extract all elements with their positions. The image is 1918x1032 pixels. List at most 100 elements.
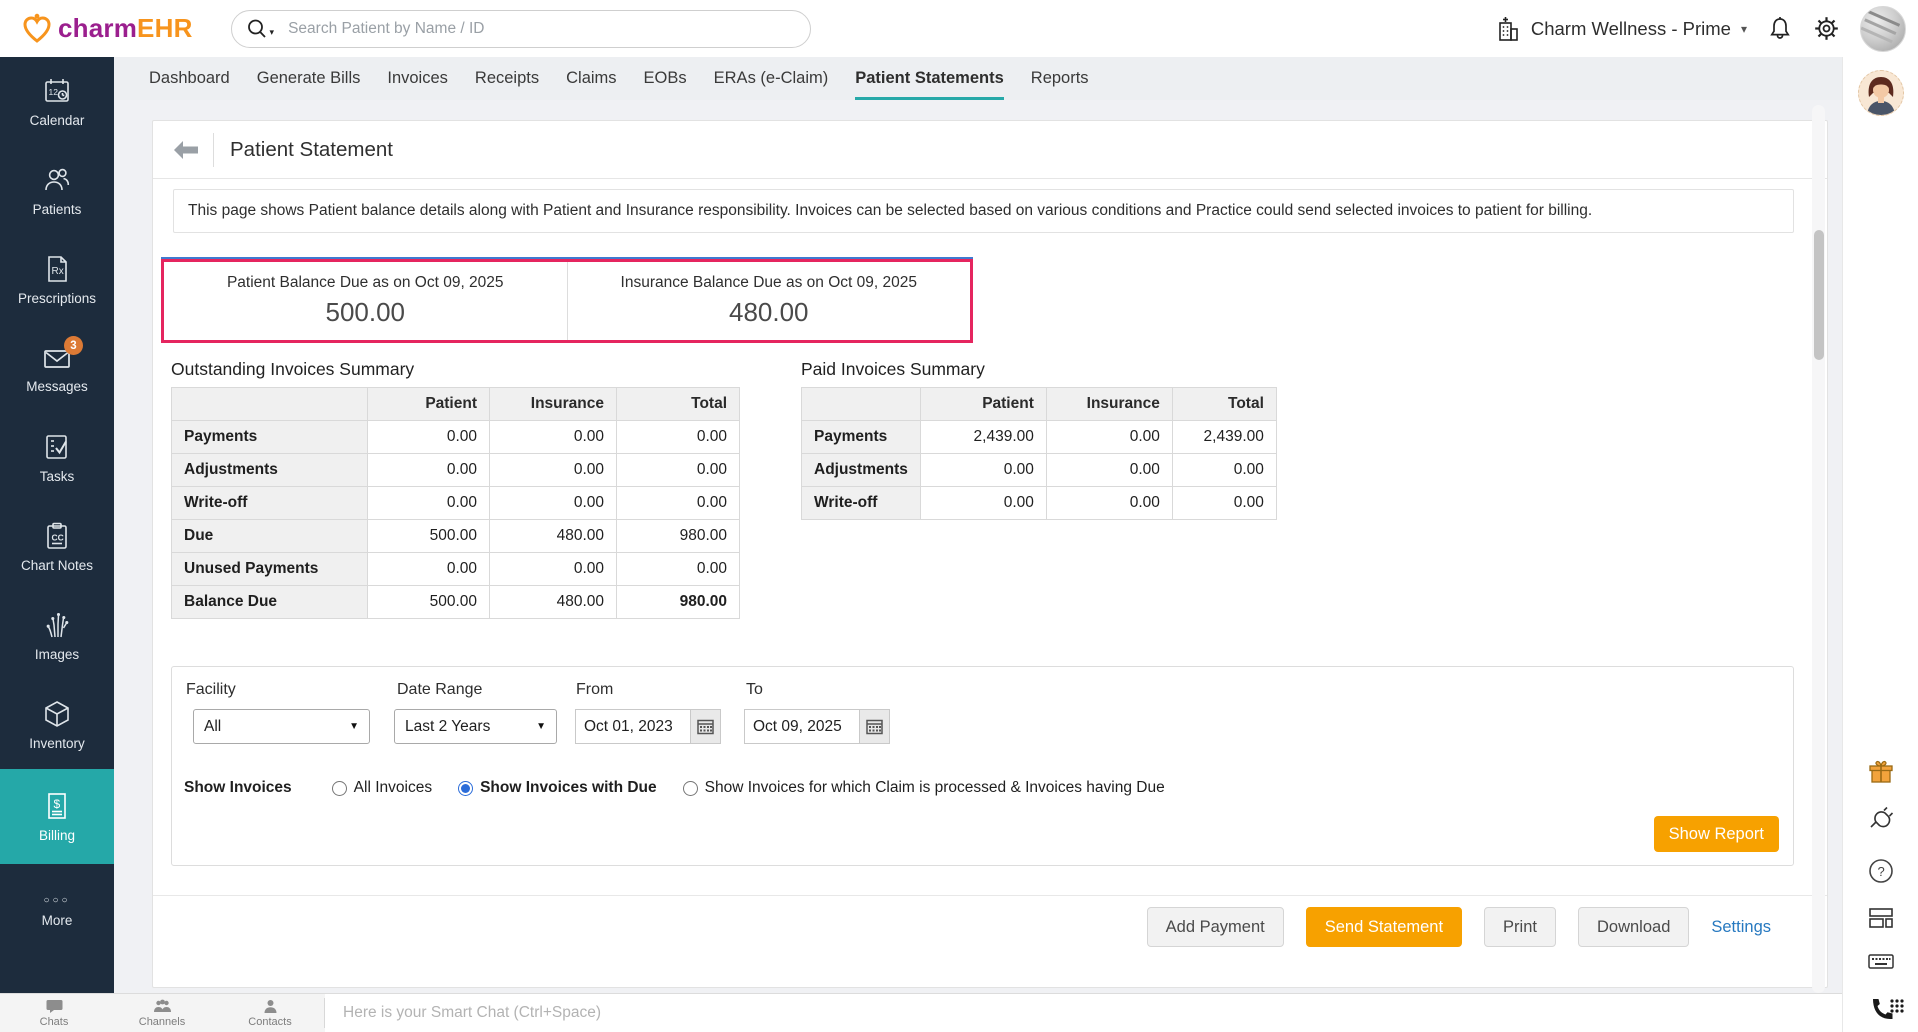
svg-text:?: ? [1878,864,1885,879]
to-calendar-icon[interactable] [860,709,890,744]
vertical-scrollbar[interactable] [1812,105,1825,993]
tab-patient-statements[interactable]: Patient Statements [855,57,1004,100]
radio-claim-processed-due[interactable]: Show Invoices for which Claim is process… [683,779,1165,797]
tab-receipts[interactable]: Receipts [475,57,539,100]
radio-show-invoices-with-due-input[interactable] [458,781,473,796]
from-calendar-icon[interactable] [691,709,721,744]
layout-panels-icon[interactable] [1867,903,1895,931]
to-date-input[interactable] [744,709,860,744]
show-invoices-radio-group: Show Invoices All Invoices Show Invoices… [184,779,1165,797]
sidebar-item-label: More [42,913,73,928]
facility-selected-value: All [204,718,221,736]
cell-value: 0.00 [490,553,617,586]
table-row: Due 500.00 480.00 980.00 [172,520,740,553]
sidebar-item-label: Patients [33,202,82,217]
radio-claim-processed-due-input[interactable] [683,781,698,796]
tab-eobs[interactable]: EOBs [644,57,687,100]
sidebar-item-inventory[interactable]: Inventory [0,680,114,769]
radio-show-invoices-with-due[interactable]: Show Invoices with Due [458,779,657,797]
date-range-select[interactable]: Last 2 Years ▼ [394,709,557,744]
channels-tab[interactable]: Channels [108,994,216,1032]
cell-value: 500.00 [368,520,490,553]
patient-statement-card: Patient Statement This page shows Patien… [152,120,1828,988]
back-arrow-icon[interactable] [171,135,201,165]
cell-value: 0.00 [490,454,617,487]
search-type-caret-icon[interactable]: ▾ [270,27,275,38]
patient-search-box[interactable]: ▾ [231,10,811,48]
cell-value: 2,439.00 [920,421,1046,454]
practice-selector[interactable]: Charm Wellness - Prime ▾ [1495,15,1747,43]
from-date-input[interactable] [575,709,691,744]
settings-gear-icon[interactable] [1813,15,1840,42]
balance-highlight-box: Patient Balance Due as on Oct 09, 2025 5… [161,259,973,343]
cell-value: 0.00 [368,454,490,487]
tab-dashboard[interactable]: Dashboard [149,57,230,100]
tab-eras[interactable]: ERAs (e-Claim) [714,57,829,100]
patient-balance-label: Patient Balance Due as on Oct 09, 2025 [227,274,504,292]
tab-reports[interactable]: Reports [1031,57,1089,100]
actions-divider [153,895,1827,896]
radio-label: Show Invoices for which Claim is process… [705,779,1165,797]
settings-link[interactable]: Settings [1711,918,1771,937]
cell-value: 0.00 [1172,454,1276,487]
practice-caret-icon[interactable]: ▾ [1741,22,1747,36]
sidebar-item-more[interactable]: ○○○ More [0,880,114,942]
insurance-balance-cell: Insurance Balance Due as on Oct 09, 2025… [567,262,971,340]
integrations-plug-icon[interactable] [1867,802,1895,830]
tab-invoices[interactable]: Invoices [387,57,448,100]
main-content-area: Patient Statement This page shows Patien… [114,100,1842,993]
sidebar-item-messages[interactable]: 3 Messages [0,324,114,413]
radio-label: Show Invoices with Due [480,779,657,797]
heart-logo-icon [22,13,52,45]
phone-dialer-icon[interactable] [1868,995,1904,1029]
facility-select[interactable]: All ▼ [193,709,370,744]
smart-chat-input[interactable] [343,1004,943,1022]
print-button[interactable]: Print [1484,907,1556,947]
contacts-tab[interactable]: Contacts [216,994,324,1032]
add-payment-button[interactable]: Add Payment [1147,907,1284,947]
row-label: Write-off [802,487,921,520]
date-range-selected-value: Last 2 Years [405,718,490,736]
notifications-bell-icon[interactable] [1767,15,1793,43]
gift-rewards-icon[interactable] [1867,758,1895,786]
scrollbar-thumb[interactable] [1814,230,1824,360]
smart-chat-input-area[interactable] [325,994,1842,1032]
cell-value: 0.00 [368,421,490,454]
col-insurance: Insurance [490,388,617,421]
radio-all-invoices[interactable]: All Invoices [332,779,432,797]
cell-value: 500.00 [368,586,490,619]
tab-claims[interactable]: Claims [566,57,616,100]
sidebar-item-tasks[interactable]: Tasks [0,413,114,502]
send-statement-button[interactable]: Send Statement [1306,907,1462,947]
charm-ehr-logo: charmEHR [0,13,193,45]
sidebar-item-billing[interactable]: $ Billing [0,769,114,864]
practice-name[interactable]: Charm Wellness - Prime [1531,18,1731,40]
show-report-button[interactable]: Show Report [1654,816,1779,852]
sidebar-item-images[interactable]: Images [0,591,114,680]
keyboard-icon[interactable] [1867,947,1895,975]
download-button[interactable]: Download [1578,907,1689,947]
sidebar-item-chart-notes[interactable]: CC Chart Notes [0,502,114,591]
search-input[interactable] [288,20,795,38]
inventory-cube-icon [42,699,72,729]
assistant-avatar[interactable] [1858,70,1904,116]
user-avatar[interactable] [1860,6,1906,52]
table-row: Balance Due 500.00 480.00 980.00 [172,586,740,619]
cell-value: 0.00 [1046,421,1172,454]
messages-count-badge: 3 [64,336,83,355]
paid-summary-table: Patient Insurance Total Payments 2,439.0… [801,387,1277,520]
help-icon[interactable]: ? [1867,857,1895,885]
sidebar-item-patients[interactable]: Patients [0,146,114,235]
sidebar-item-prescriptions[interactable]: Rx Prescriptions [0,235,114,324]
cell-value: 2,439.00 [1172,421,1276,454]
cell-value: 480.00 [490,586,617,619]
cell-value: 0.00 [368,553,490,586]
sidebar-item-calendar[interactable]: 12 Calendar [0,57,114,146]
logo-text-ehr: EHR [137,13,193,43]
radio-all-invoices-input[interactable] [332,781,347,796]
search-icon[interactable] [246,18,268,40]
chats-tab[interactable]: Chats [0,994,108,1032]
date-range-label: Date Range [397,681,482,699]
tab-generate-bills[interactable]: Generate Bills [257,57,361,100]
cell-value: 980.00 [617,586,740,619]
